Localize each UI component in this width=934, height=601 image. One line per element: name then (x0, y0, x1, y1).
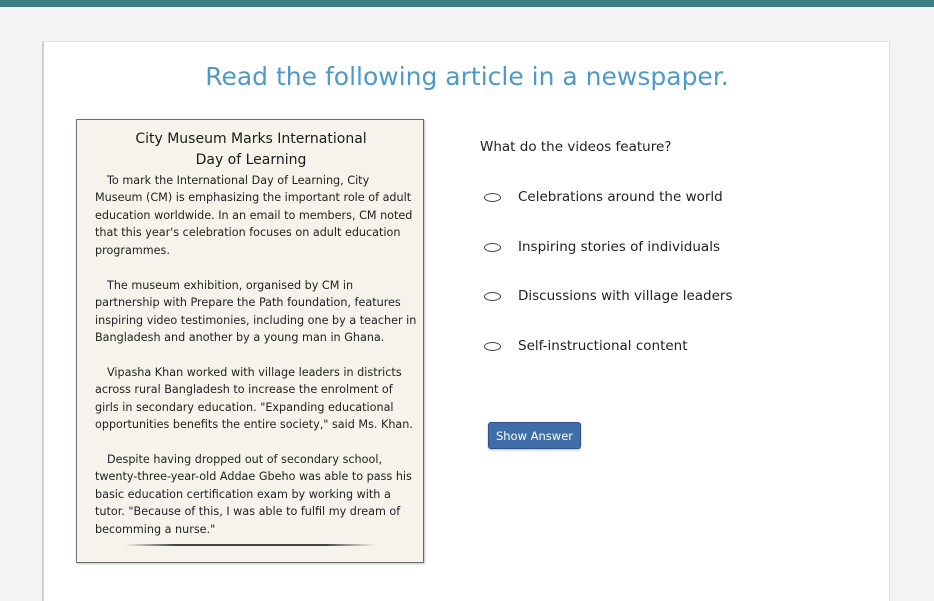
instruction-heading: Read the following article in a newspape… (205, 62, 729, 91)
show-answer-button[interactable]: Show Answer (488, 422, 581, 449)
article-title: City Museum Marks International Day of L… (77, 129, 425, 171)
question-text: What do the videos feature? (480, 139, 672, 155)
answer-option-1[interactable]: Celebrations around the world (484, 187, 723, 207)
answer-option-label: Inspiring stories of individuals (518, 239, 720, 255)
article-line: The museum exhibition, organised by CM i… (107, 279, 354, 292)
article-title-line: Day of Learning (195, 152, 307, 168)
article-paragraph-2: The museum exhibition, organised by CM i… (95, 277, 417, 347)
answer-option-4[interactable]: Self-instructional content (484, 336, 688, 356)
answer-option-2[interactable]: Inspiring stories of individuals (484, 237, 720, 257)
article-line: education worldwide. In an email to memb… (95, 208, 413, 222)
article-line: opportunities benefits the entire societ… (95, 418, 413, 432)
article-line: girls in secondary education. "Expanding… (95, 400, 394, 414)
article-line: becomming a nurse." (95, 522, 216, 536)
radio-button[interactable] (484, 192, 501, 202)
article-line: tutor. "Because of this, I was able to f… (95, 505, 401, 519)
radio-button[interactable] (484, 341, 501, 351)
article-line: partnership with Prepare the Path founda… (95, 296, 401, 310)
answer-option-label: Discussions with village leaders (518, 288, 733, 304)
answer-option-label: Self-instructional content (518, 338, 688, 354)
article-paragraph-4: Despite having dropped out of secondary … (95, 451, 413, 538)
article-line: across rural Bangladesh to increase the … (95, 383, 393, 397)
article-bottom-rule (125, 544, 375, 546)
newspaper-article: City Museum Marks International Day of L… (76, 119, 424, 563)
article-paragraph-3: Vipasha Khan worked with village leaders… (95, 364, 413, 434)
article-line: Bangladesh and another by a young man in… (95, 331, 385, 345)
article-line: basic education certification exam by wo… (95, 487, 391, 501)
answer-option-3[interactable]: Discussions with village leaders (484, 286, 733, 306)
article-line: that this year's celebration focuses on … (95, 226, 401, 240)
article-line: Vipasha Khan worked with village leaders… (107, 366, 402, 379)
article-line: inspiring video testimonies, including o… (95, 313, 417, 327)
radio-button[interactable] (484, 242, 501, 252)
article-line: Museum (CM) is emphasizing the important… (95, 191, 412, 205)
article-line: Despite having dropped out of secondary … (107, 453, 383, 466)
article-line: twenty-three-year-old Addae Gbeho was ab… (95, 470, 412, 484)
article-line: programmes. (95, 243, 170, 257)
answer-option-label: Celebrations around the world (518, 189, 723, 205)
article-line: To mark the International Day of Learnin… (107, 174, 370, 187)
article-paragraph-1: To mark the International Day of Learnin… (95, 172, 413, 259)
radio-button[interactable] (484, 291, 501, 301)
top-bar (0, 0, 934, 7)
article-title-line: City Museum Marks International (135, 131, 367, 147)
